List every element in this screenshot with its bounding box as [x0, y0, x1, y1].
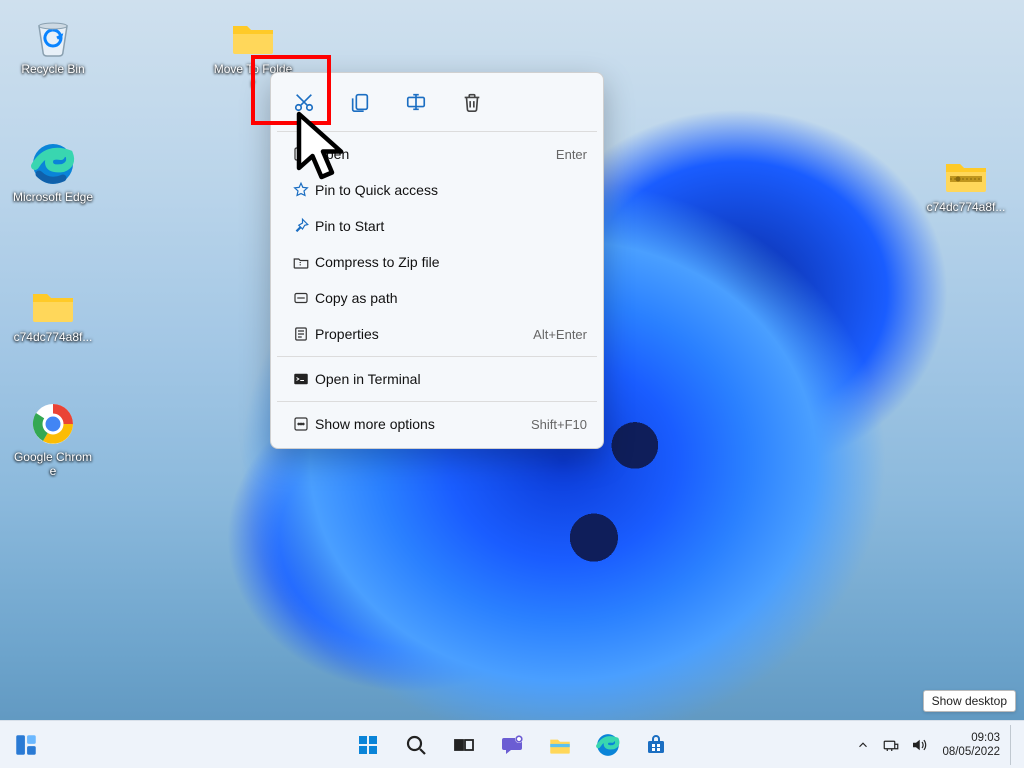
context-menu-iconbar: [277, 79, 597, 127]
taskbar-search[interactable]: [396, 725, 436, 765]
desktop-icon-chrome[interactable]: Google Chrome: [12, 400, 94, 478]
desktop-icon-recycle-bin[interactable]: Recycle Bin: [12, 12, 94, 76]
taskbar-store[interactable]: [636, 725, 676, 765]
menu-label: Properties: [315, 326, 533, 342]
menu-open[interactable]: Open Enter: [277, 136, 597, 172]
menu-label: Copy as path: [315, 290, 587, 306]
edge-icon: [29, 140, 77, 188]
network-icon: [882, 736, 900, 754]
context-menu: Open Enter Pin to Quick access Pin to St…: [270, 72, 604, 449]
taskbar-edge[interactable]: [588, 725, 628, 765]
zip-folder-icon: [942, 150, 990, 198]
taskbar-clock[interactable]: 09:03 08/05/2022: [934, 731, 1008, 759]
store-icon: [644, 733, 668, 757]
menu-label: Open: [315, 146, 556, 162]
show-desktop-tooltip: Show desktop: [923, 690, 1016, 712]
tray-network[interactable]: [878, 725, 904, 765]
tooltip-label: Show desktop: [932, 694, 1007, 708]
taskbar-start[interactable]: [348, 725, 388, 765]
file-explorer-icon: [547, 732, 573, 758]
icon-label: c74dc774a8f...: [925, 200, 1007, 214]
folder-icon: [29, 280, 77, 328]
terminal-icon: [287, 370, 315, 388]
menu-pin-quick-access[interactable]: Pin to Quick access: [277, 172, 597, 208]
menu-show-more-options[interactable]: Show more options Shift+F10: [277, 406, 597, 442]
menu-open-terminal[interactable]: Open in Terminal: [277, 361, 597, 397]
menu-label: Pin to Start: [315, 218, 587, 234]
start-icon: [356, 733, 380, 757]
scissors-icon: [293, 91, 315, 113]
search-icon: [404, 733, 428, 757]
delete-button[interactable]: [455, 85, 489, 119]
tray-volume[interactable]: [906, 725, 932, 765]
pin-icon: [287, 217, 315, 235]
properties-icon: [287, 325, 315, 343]
menu-properties[interactable]: Properties Alt+Enter: [277, 316, 597, 352]
tray-chevron[interactable]: [850, 725, 876, 765]
menu-pin-start[interactable]: Pin to Start: [277, 208, 597, 244]
menu-copy-path[interactable]: Copy as path: [277, 280, 597, 316]
taskbar: 09:03 08/05/2022: [0, 720, 1024, 768]
menu-label: Pin to Quick access: [315, 182, 587, 198]
icon-label: Google Chrome: [12, 450, 94, 478]
icon-label: c74dc774a8f...: [12, 330, 94, 344]
desktop-icon-edge[interactable]: Microsoft Edge: [12, 140, 94, 204]
star-icon: [287, 181, 315, 199]
menu-shortcut: Alt+Enter: [533, 327, 587, 342]
open-icon: [287, 145, 315, 163]
desktop[interactable]: Recycle Bin Move To Folder Microsoft Edg…: [0, 0, 1024, 768]
taskbar-file-explorer[interactable]: [540, 725, 580, 765]
icon-label: Microsoft Edge: [12, 190, 94, 204]
zip-icon: [287, 253, 315, 271]
menu-compress-zip[interactable]: Compress to Zip file: [277, 244, 597, 280]
volume-icon: [910, 736, 928, 754]
copy-button[interactable]: [343, 85, 377, 119]
chevron-up-icon: [856, 738, 870, 752]
menu-shortcut: Shift+F10: [531, 417, 587, 432]
icon-label: Recycle Bin: [12, 62, 94, 76]
recycle-bin-icon: [29, 12, 77, 60]
chrome-icon: [29, 400, 77, 448]
trash-icon: [461, 91, 483, 113]
edge-icon: [595, 732, 621, 758]
folder-icon: [229, 12, 277, 60]
menu-label: Show more options: [315, 416, 531, 432]
desktop-icon-folder-left[interactable]: c74dc774a8f...: [12, 280, 94, 344]
copy-icon: [349, 91, 371, 113]
rename-icon: [405, 91, 427, 113]
taskbar-chat[interactable]: [492, 725, 532, 765]
menu-label: Open in Terminal: [315, 371, 587, 387]
cut-button[interactable]: [287, 85, 321, 119]
clock-time: 09:03: [942, 731, 1000, 745]
widgets-icon: [13, 732, 39, 758]
chat-icon: [500, 733, 524, 757]
menu-label: Compress to Zip file: [315, 254, 587, 270]
rename-button[interactable]: [399, 85, 433, 119]
copy-path-icon: [287, 289, 315, 307]
taskbar-widgets[interactable]: [6, 725, 46, 765]
taskbar-task-view[interactable]: [444, 725, 484, 765]
clock-date: 08/05/2022: [942, 745, 1000, 759]
desktop-icon-zip-right[interactable]: c74dc774a8f...: [925, 150, 1007, 214]
menu-shortcut: Enter: [556, 147, 587, 162]
show-desktop-strip[interactable]: [1010, 725, 1020, 765]
task-view-icon: [452, 733, 476, 757]
more-options-icon: [287, 415, 315, 433]
